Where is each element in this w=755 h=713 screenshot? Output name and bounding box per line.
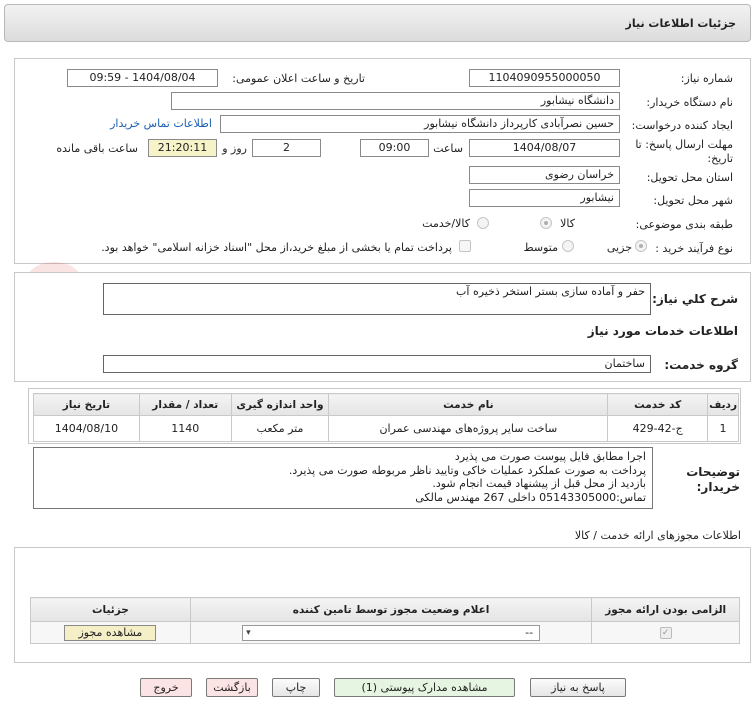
city-label: شهر محل تحویل: xyxy=(653,194,733,207)
city-field: نیشابور xyxy=(469,189,620,207)
service-group-field: ساختمان xyxy=(103,355,651,373)
cell-permit-required: ✓ xyxy=(591,621,740,644)
col-row: ردیف xyxy=(707,393,739,416)
payment-note: پرداخت تمام یا بخشی از مبلغ خرید،از محل … xyxy=(101,241,452,254)
buyer-note-line: اجرا مطابق فایل پیوست صورت می پذیرد xyxy=(454,450,646,463)
buyer-notes-label-2: خریدار: xyxy=(696,480,740,494)
deadline-time-label: ساعت xyxy=(433,142,463,155)
cell-service-name: ساخت سایر پروژه‌های مهندسی عمران xyxy=(328,415,609,442)
print-button[interactable]: چاپ xyxy=(272,678,320,697)
process-option-minor: جزیی xyxy=(606,241,632,254)
days-field: 2 xyxy=(252,139,321,157)
cell-permit-details: مشاهده مجوز xyxy=(30,621,191,644)
need-number-label: شماره نیاز: xyxy=(680,72,733,85)
remaining-time-field: 21:20:11 xyxy=(148,139,217,157)
cell-permit-status: -- ▾ xyxy=(189,621,593,644)
province-label: استان محل تحویل: xyxy=(646,171,733,184)
cell-unit: متر مکعب xyxy=(230,415,330,442)
category-option-goods: کالا xyxy=(560,217,575,230)
permits-table-header: الزامی بودن ارائه مجوز اعلام وضعیت مجوز … xyxy=(30,597,740,622)
permits-title: اطلاعات مجوزهای ارائه خدمت / کالا xyxy=(574,529,741,542)
deadline-time-field: 09:00 xyxy=(360,139,429,157)
days-label: روز و xyxy=(222,142,247,155)
category-radio-goods-service[interactable] xyxy=(477,217,489,229)
exit-button[interactable]: خروج xyxy=(140,678,192,697)
page-title: جزئیات اطلاعات نیاز xyxy=(625,17,737,30)
reply-button[interactable]: پاسخ به نیاز xyxy=(530,678,626,697)
back-button[interactable]: بازگشت xyxy=(206,678,258,697)
treasury-payment-checkbox[interactable] xyxy=(459,240,471,252)
buyer-note-line: تماس:05143305000 داخلی 267 مهندس مالکی xyxy=(415,490,646,504)
cell-row: 1 xyxy=(707,415,739,442)
buyer-notes-label: توضیحات xyxy=(686,465,740,479)
items-table-header: ردیف کد خدمت نام خدمت واحد اندازه گیری ت… xyxy=(33,393,739,416)
services-title: اطلاعات خدمات مورد نیاز xyxy=(587,324,738,338)
summary-field: حفر و آماده سازی بستر استخر ذخیره آب xyxy=(103,283,651,315)
creator-label: ایجاد کننده درخواست: xyxy=(631,119,733,132)
province-field: خراسان رضوی xyxy=(469,166,620,184)
cell-need-date: 1404/08/10 xyxy=(33,415,140,442)
category-label: طبقه بندی موضوعی: xyxy=(635,218,733,231)
chevron-down-icon: ▾ xyxy=(246,627,251,638)
announce-field: 1404/08/04 - 09:59 xyxy=(67,69,218,87)
view-attachments-button[interactable]: مشاهده مدارک پیوستی (1) xyxy=(334,678,515,697)
cell-quantity: 1140 xyxy=(138,415,232,442)
buyer-notes-textarea[interactable]: اجرا مطابق فایل پیوست صورت می پذیرد پردا… xyxy=(33,447,653,509)
need-number-field: 1104090955000050 xyxy=(469,69,620,87)
process-radio-minor[interactable] xyxy=(635,240,647,252)
announce-label: تاریخ و ساعت اعلان عمومی: xyxy=(232,72,365,85)
process-option-medium: متوسط xyxy=(523,241,558,254)
col-need-date: تاریخ نیاز xyxy=(33,393,140,416)
cell-service-code: ج-42-429 xyxy=(607,415,709,442)
col-permit-details: جزئیات xyxy=(30,597,191,622)
permit-status-value: -- xyxy=(525,625,534,639)
category-option-goods-service: کالا/خدمت xyxy=(422,217,470,230)
items-table: ردیف کد خدمت نام خدمت واحد اندازه گیری ت… xyxy=(33,393,739,442)
page-header: جزئیات اطلاعات نیاز xyxy=(4,4,751,42)
need-info-panel xyxy=(14,58,751,264)
buyer-org-label: نام دستگاه خریدار: xyxy=(646,96,733,109)
buyer-org-field: دانشگاه نیشابور xyxy=(171,92,620,110)
deadline-date-field: 1404/08/07 xyxy=(469,139,620,157)
col-service-code: کد خدمت xyxy=(607,393,709,416)
remaining-label: ساعت باقی مانده xyxy=(56,142,138,155)
service-group-label: گروه خدمت: xyxy=(664,358,738,372)
col-permit-status: اعلام وضعیت مجوز توسط تامین کننده xyxy=(189,597,593,622)
table-row: 1 ج-42-429 ساخت سایر پروژه‌های مهندسی عم… xyxy=(33,415,739,442)
creator-field: حسین نصرآبادی کارپرداز دانشگاه نیشابور xyxy=(220,115,620,133)
permits-table: الزامی بودن ارائه مجوز اعلام وضعیت مجوز … xyxy=(30,597,740,644)
buyer-note-line: پرداخت به صورت عملکرد عملیات خاکی وتایید… xyxy=(288,463,646,477)
permit-status-select[interactable]: -- ▾ xyxy=(242,624,541,641)
col-permit-required: الزامی بودن ارائه مجوز xyxy=(591,597,740,622)
col-quantity: تعداد / مقدار xyxy=(138,393,232,416)
deadline-label-date: تاریخ: xyxy=(707,152,733,165)
deadline-label: مهلت ارسال پاسخ: تا xyxy=(635,138,733,151)
process-label: نوع فرآیند خرید : xyxy=(655,242,733,255)
col-unit: واحد اندازه گیری xyxy=(230,393,330,416)
contact-buyer-link[interactable]: اطلاعات تماس خریدار xyxy=(110,117,212,130)
process-radio-medium[interactable] xyxy=(562,240,574,252)
category-radio-goods[interactable] xyxy=(540,217,552,229)
table-row: ✓ -- ▾ مشاهده مجوز xyxy=(30,621,740,644)
permit-required-checkbox: ✓ xyxy=(659,627,672,639)
col-service-name: نام خدمت xyxy=(328,393,609,416)
view-permit-button[interactable]: مشاهده مجوز xyxy=(64,624,157,641)
buyer-note-line: بازدید از محل قبل از پیشنهاد قیمت انجام … xyxy=(432,477,646,490)
summary-label: شرح کلي نياز: xyxy=(652,292,738,306)
